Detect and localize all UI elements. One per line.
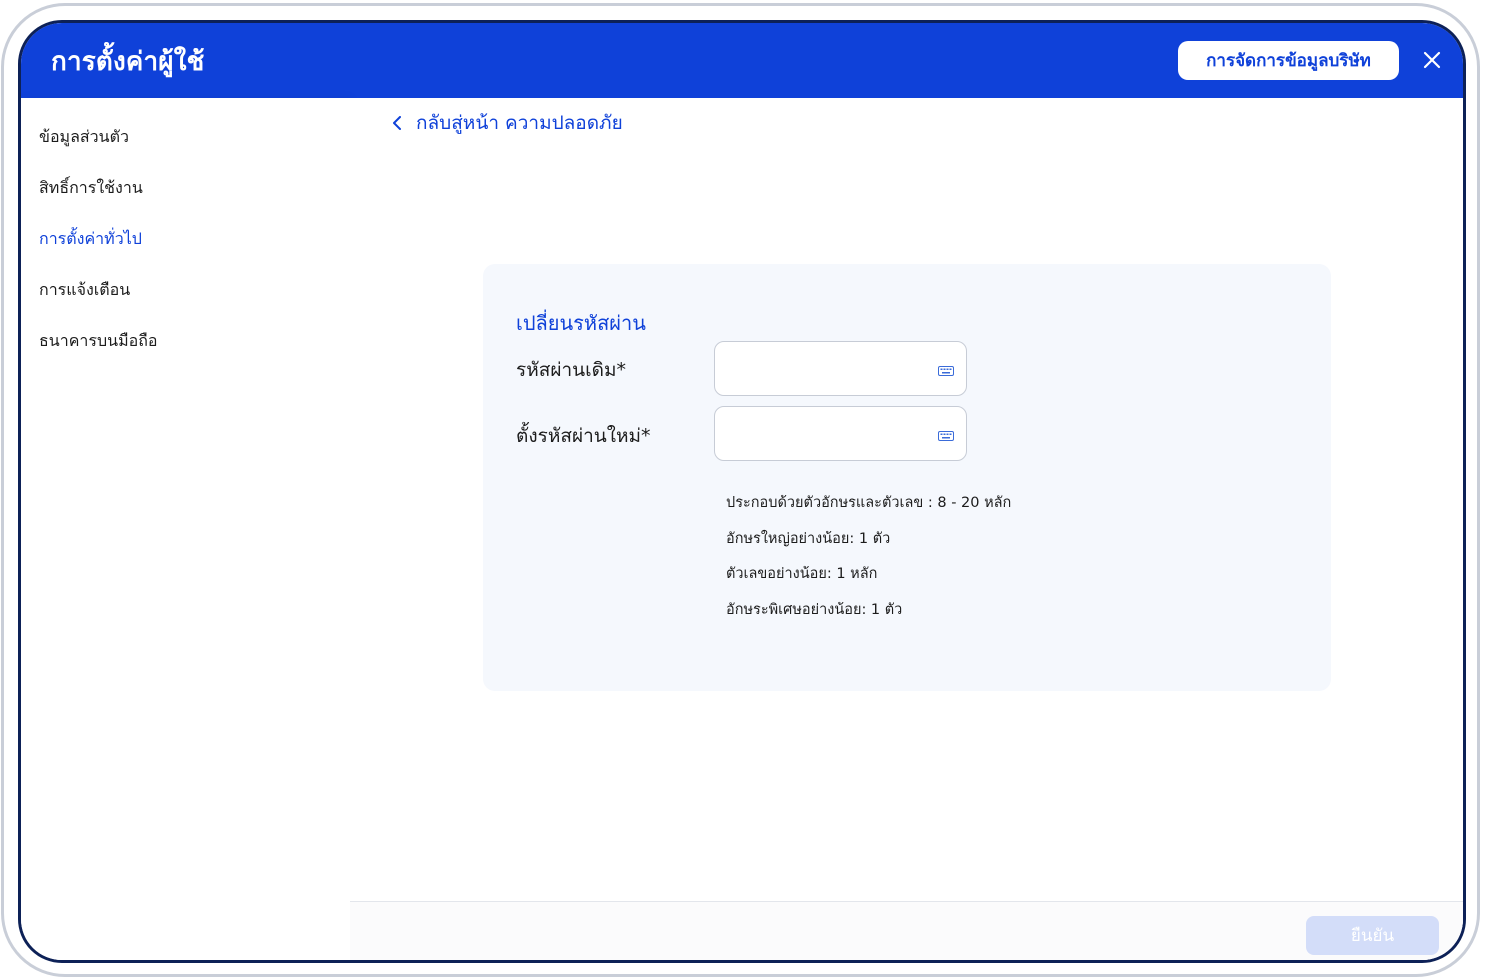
sidebar-item-mobile-banking[interactable]: ธนาคารบนมือถือ <box>39 329 158 354</box>
password-rule-special: อักษระพิเศษอย่างน้อย: 1 ตัว <box>726 602 903 618</box>
chevron-left-icon <box>392 116 402 130</box>
sidebar-item-general-settings[interactable]: การตั้งค่าทั่วไป <box>39 227 142 252</box>
password-rule-length: ประกอบด้วยตัวอักษรและตัวเลข : 8 - 20 หลั… <box>726 495 1012 511</box>
close-icon <box>1423 51 1441 69</box>
password-rule-uppercase: อักษรใหญ่อย่างน้อย: 1 ตัว <box>726 531 891 547</box>
company-management-button[interactable]: การจัดการข้อมูลบริษัท <box>1178 41 1399 80</box>
change-password-card: เปลี่ยนรหัสผ่าน รหัสผ่านเดิม* ตั้งรหัสผ่… <box>483 264 1331 691</box>
sidebar-item-profile[interactable]: ข้อมูลส่วนตัว <box>39 125 129 150</box>
app-window: การตั้งค่าผู้ใช้ การจัดการข้อมูลบริษัท ข… <box>18 20 1466 963</box>
main-content: กลับสู่หน้า ความปลอดภัย เปลี่ยนรหัสผ่าน … <box>350 98 1463 960</box>
password-rule-digit: ตัวเลขอย่างน้อย: 1 หลัก <box>726 566 878 582</box>
sidebar: ข้อมูลส่วนตัว สิทธิ์การใช้งาน การตั้งค่า… <box>21 98 350 960</box>
footer-bar: ยืนยัน <box>350 902 1463 960</box>
keyboard-icon[interactable] <box>938 366 954 376</box>
app-header: การตั้งค่าผู้ใช้ การจัดการข้อมูลบริษัท <box>21 23 1463 98</box>
back-to-security-link[interactable]: กลับสู่หน้า ความปลอดภัย <box>392 108 623 138</box>
page-title: การตั้งค่าผู้ใช้ <box>51 47 205 77</box>
back-link-label: กลับสู่หน้า ความปลอดภัย <box>416 112 623 134</box>
close-button[interactable] <box>1418 45 1446 75</box>
card-title: เปลี่ยนรหัสผ่าน <box>516 311 646 335</box>
sidebar-item-notifications[interactable]: การแจ้งเตือน <box>39 278 130 303</box>
old-password-label: รหัสผ่านเดิม* <box>516 359 626 381</box>
sidebar-item-permissions[interactable]: สิทธิ์การใช้งาน <box>39 176 143 201</box>
new-password-label: ตั้งรหัสผ่านใหม่* <box>516 425 651 447</box>
confirm-button[interactable]: ยืนยัน <box>1306 916 1439 955</box>
keyboard-icon[interactable] <box>938 431 954 441</box>
new-password-input[interactable] <box>714 406 967 461</box>
old-password-input[interactable] <box>714 341 967 396</box>
